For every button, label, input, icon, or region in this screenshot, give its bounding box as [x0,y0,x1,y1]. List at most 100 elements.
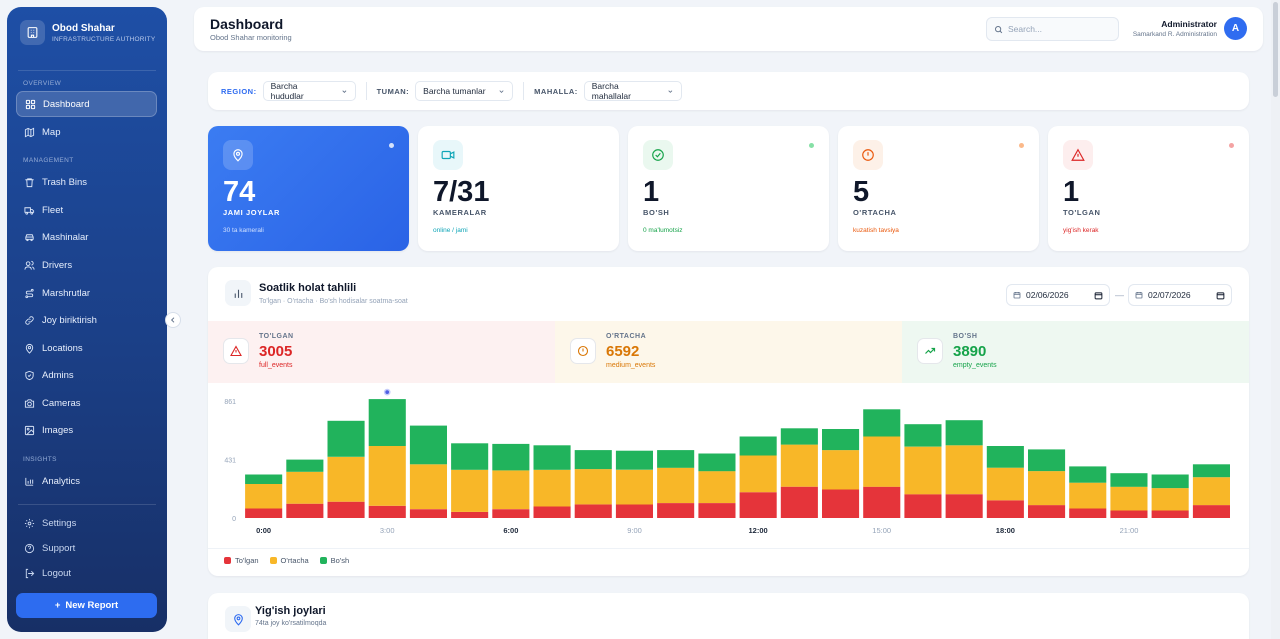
bar-segment [1069,466,1107,483]
bar-segment [657,450,695,468]
legend-swatch [224,557,231,564]
section-management: MANAGEMENT [23,157,74,164]
x-tick-label: 6:00 [503,526,518,535]
sidebar-item-admins[interactable]: Admins [16,362,157,388]
pin-icon [225,606,251,632]
bar-segment [1151,474,1189,489]
page-title: Dashboard [210,16,284,32]
stat-card-total[interactable]: 74 JAMI JOYLAR 30 ta kamerali [208,126,409,251]
sidebar-item-mashinalar[interactable]: Mashinalar [16,224,157,250]
bar-segment [451,511,489,518]
route-icon [24,288,35,299]
bar-segment [286,471,324,504]
stat-value: 1 [1063,176,1080,208]
date-from-input[interactable]: 02/06/2026 [1006,284,1110,306]
bar-segment [986,446,1024,468]
sidebar-item-locations[interactable]: Locations [16,335,157,361]
sidebar-item-marshrutlar[interactable]: Marshrutlar [16,280,157,306]
pin-icon [24,343,35,354]
search-box[interactable] [986,17,1119,41]
bar-segment [1110,510,1148,518]
bar-segment [492,443,530,471]
summary-key: medium_events [606,362,656,369]
stat-card-medium[interactable]: 5 O'RTACHA kuzatish tavsiya [838,126,1039,251]
x-tick-label: 12:00 [749,526,768,535]
stat-value: 74 [223,176,256,208]
user-organization: Samarkand R. Administration [1132,31,1217,38]
bar-segment [822,450,860,490]
warning-icon [1063,140,1093,170]
bar-segment [451,443,489,470]
sidebar-item-cameras[interactable]: Cameras [16,390,157,416]
scrollbar-thumb[interactable] [1273,2,1278,97]
sidebar-divider [18,504,156,505]
stat-card-cameras[interactable]: 7/31 KAMERALAR online / jami [418,126,619,251]
bar-segment [657,467,695,503]
legend-label: O'rtacha [280,556,309,565]
logout-icon [24,568,35,579]
legend-swatch [269,557,277,564]
sidebar-collapse-button[interactable] [165,312,181,328]
check-circle-icon [643,140,673,170]
hourly-analysis-card: Soatlik holat tahlili To'lgan · O'rtacha… [208,267,1249,576]
sidebar-item-dashboard[interactable]: Dashboard [16,91,157,117]
tuman-select[interactable]: Barcha tumanlar [415,81,514,101]
bar-segment [904,446,942,495]
legend-item-empty[interactable]: Bo'sh [319,556,350,565]
mahalla-select[interactable]: Barcha mahallalar [583,81,682,101]
sidebar-item-map[interactable]: Map [16,119,157,145]
section-overview: OVERVIEW [23,80,62,87]
y-tick-label: 431 [224,457,236,464]
bar-segment [863,486,901,518]
sidebar-item-joy-biriktirish[interactable]: Joy biriktirish [16,307,157,333]
bar-segment [739,436,777,456]
avatar[interactable]: A [1224,17,1247,40]
collection-points-card: Yig'ish joylari 74ta joy ko'rsatilmoqda [208,593,1249,639]
stat-note: kuzatish tavsiya [853,227,899,234]
stat-note: 30 ta kamerali [223,227,264,234]
sidebar-item-settings[interactable]: Settings [16,511,157,535]
bar-segment [327,456,365,502]
legend-item-medium[interactable]: O'rtacha [269,556,309,565]
bar-segment [327,420,365,457]
date-to-input[interactable]: 02/07/2026 [1128,284,1232,306]
bar-segment [327,501,365,518]
region-select[interactable]: Barcha hududlar [262,81,356,101]
page-scrollbar[interactable] [1271,0,1280,639]
bar-segment [698,453,736,472]
new-report-button[interactable]: + New Report [16,593,157,618]
legend-item-full[interactable]: To'lgan [224,556,259,565]
bar-segment [863,436,901,487]
sidebar-item-label: Trash Bins [42,176,88,188]
calendar-picker-icon[interactable] [1216,291,1225,300]
camera-icon [24,398,35,409]
sidebar-item-label: Mashinalar [42,231,89,243]
stat-value: 1 [643,176,660,208]
status-dot [1229,143,1234,148]
bar-segment [1192,505,1230,518]
sidebar-item-support[interactable]: Support [16,536,157,560]
new-report-label: New Report [65,600,119,611]
sidebar-item-logout[interactable]: Logout [16,561,157,585]
x-tick-label: 15:00 [872,526,891,535]
sidebar-item-fleet[interactable]: Fleet [16,197,157,223]
search-input[interactable] [1008,24,1108,34]
filter-separator [523,82,525,100]
sidebar-item-drivers[interactable]: Drivers [16,252,157,278]
tuman-value: Barcha tumanlar [423,86,486,96]
sidebar-item-trash-bins[interactable]: Trash Bins [16,169,157,195]
bar-segment [1028,505,1066,518]
sidebar-item-analytics[interactable]: Analytics [16,468,157,494]
legend-label: Bo'sh [330,556,350,565]
stat-card-empty[interactable]: 1 BO'SH 0 ma'lumotsiz [628,126,829,251]
sidebar-item-images[interactable]: Images [16,417,157,443]
bar-segment [1192,464,1230,478]
bar-segment [904,494,942,518]
stat-card-full[interactable]: 1 TO'LGAN yig'ish kerak [1048,126,1249,251]
bar-segment [945,420,983,446]
chevron-down-icon [668,89,673,93]
status-dot [809,143,814,148]
mahalla-value: Barcha mahallalar [591,81,631,101]
x-tick-label: 3:00 [380,526,395,535]
calendar-picker-icon[interactable] [1094,291,1103,300]
